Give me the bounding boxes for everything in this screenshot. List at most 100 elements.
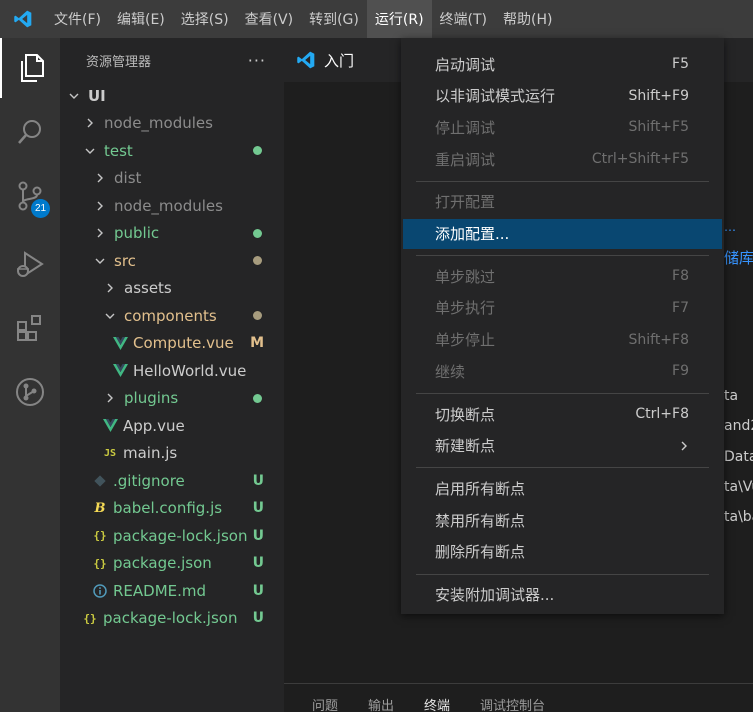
chevron-right-icon[interactable] xyxy=(102,390,118,406)
folder-item[interactable]: public xyxy=(60,220,284,247)
activity-bar: 21 xyxy=(0,38,60,712)
menu-item-label: 以非调试模式运行 xyxy=(435,87,556,106)
file-item[interactable]: README.md U xyxy=(60,577,284,604)
menu-file[interactable]: 文件(F) xyxy=(46,0,109,38)
menu-selection[interactable]: 选择(S) xyxy=(173,0,237,38)
tree-item-label: README.md xyxy=(113,581,207,600)
file-item[interactable]: {} package-lock.json U xyxy=(60,522,284,549)
tree-item-label: Compute.vue xyxy=(133,334,234,352)
explorer-header: 资源管理器 ··· xyxy=(60,38,284,82)
menu-item[interactable]: 禁用所有断点 xyxy=(403,505,722,535)
run-debug-icon[interactable] xyxy=(0,234,60,294)
menu-item: 打开配置 xyxy=(403,187,722,217)
folder-item[interactable]: components xyxy=(60,302,284,329)
menu-help[interactable]: 帮助(H) xyxy=(495,0,560,38)
more-actions-icon[interactable]: ··· xyxy=(248,51,266,70)
folder-item[interactable]: src xyxy=(60,247,284,274)
file-item[interactable]: {} package.json U xyxy=(60,550,284,577)
editor-text-line: ta\ba xyxy=(724,509,753,525)
git-status-dot xyxy=(253,256,262,265)
tab-output[interactable]: 输出 xyxy=(368,683,394,712)
folder-item[interactable]: test xyxy=(60,137,284,164)
menu-item-label: 单步执行 xyxy=(435,299,496,318)
folder-item[interactable]: dist xyxy=(60,165,284,192)
menu-go[interactable]: 转到(G) xyxy=(301,0,367,38)
menu-item-label: 禁用所有断点 xyxy=(435,511,526,530)
tree-item-label: node_modules xyxy=(114,196,223,215)
tree-item-label: node_modules xyxy=(104,114,213,132)
chevron-right-icon[interactable] xyxy=(102,280,118,296)
editor-text-line: ta xyxy=(724,388,739,404)
menu-item[interactable]: 切换断点 Ctrl+F8 xyxy=(403,399,722,429)
folder-item[interactable]: UI xyxy=(60,82,284,109)
git-status-dot xyxy=(253,228,262,238)
folder-item[interactable]: node_modules xyxy=(60,110,284,137)
menu-item: 重启调试 Ctrl+Shift+F5 xyxy=(403,144,722,174)
menu-run[interactable]: 运行(R) xyxy=(366,0,432,38)
chevron-right-icon[interactable] xyxy=(92,225,108,241)
chevron-right-icon[interactable] xyxy=(92,198,108,214)
menu-item-label: 切换断点 xyxy=(435,405,496,424)
menu-item-label: 打开配置 xyxy=(435,193,496,212)
chevron-right-icon[interactable] xyxy=(82,115,98,131)
chevron-right-icon[interactable] xyxy=(92,170,108,186)
menu-item-shortcut: Shift+F5 xyxy=(628,119,689,136)
extensions-icon[interactable] xyxy=(0,298,60,358)
tree-item-label: test xyxy=(104,141,133,160)
file-item[interactable]: {} package-lock.json U xyxy=(60,605,284,632)
folder-item[interactable]: assets xyxy=(60,275,284,302)
search-icon[interactable] xyxy=(0,102,60,162)
menu-terminal[interactable]: 终端(T) xyxy=(432,0,495,38)
menu-item[interactable]: 以非调试模式运行 Shift+F9 xyxy=(403,81,722,111)
tree-item-label: .gitignore xyxy=(113,471,185,490)
chevron-down-icon[interactable] xyxy=(66,88,82,104)
file-item[interactable]: Bbabel.config.js U xyxy=(60,495,284,522)
menu-separator xyxy=(416,467,709,469)
menu-item: 单步执行 F7 xyxy=(403,293,722,323)
menu-edit[interactable]: 编辑(E) xyxy=(109,0,173,38)
menu-item[interactable]: 启动调试 F5 xyxy=(403,49,722,79)
folder-item[interactable]: plugins xyxy=(60,385,284,412)
menu-item-shortcut: F5 xyxy=(672,56,689,72)
chevron-down-icon[interactable] xyxy=(102,308,118,324)
vscode-logo-icon xyxy=(0,0,46,38)
tab-welcome[interactable]: 入门 xyxy=(284,38,404,82)
files-icon[interactable] xyxy=(0,38,60,98)
tree-item-label: package.json xyxy=(113,554,212,572)
menu-separator xyxy=(416,255,709,257)
file-item[interactable]: JS main.js xyxy=(60,440,284,467)
explorer-sidebar: 资源管理器 ··· UI node_modules test dist node_mod… xyxy=(60,38,284,712)
menu-view[interactable]: 查看(V) xyxy=(237,0,302,38)
menu-item[interactable]: 删除所有断点 xyxy=(403,537,722,567)
editor-link[interactable]: 储库, xyxy=(724,247,753,268)
editor-text-line: and2 xyxy=(724,418,753,434)
file-item[interactable]: App.vue xyxy=(60,412,284,439)
menu-item: 单步跳过 F8 xyxy=(403,261,722,291)
tree-item-label: components xyxy=(124,306,217,325)
menu-item[interactable]: 新建断点 xyxy=(403,431,722,461)
tree-item-label: babel.config.js xyxy=(113,499,223,517)
menu-item-shortcut: Shift+F9 xyxy=(628,87,689,104)
menu-item-shortcut: F9 xyxy=(672,363,689,380)
file-item[interactable]: .gitignore U xyxy=(60,467,284,494)
file-item[interactable]: Compute.vue M xyxy=(60,330,284,357)
menu-item[interactable]: 安装附加调试器... xyxy=(403,580,722,610)
git-graph-icon[interactable] xyxy=(0,362,60,422)
file-item[interactable]: HelloWorld.vue xyxy=(60,357,284,384)
tab-problems[interactable]: 问题 xyxy=(312,683,338,712)
git-status-badge: U xyxy=(252,582,264,599)
chevron-down-icon[interactable] xyxy=(92,253,108,269)
tree-item-label: public xyxy=(114,224,160,242)
tab-debug-console[interactable]: 调试控制台 xyxy=(480,683,545,712)
tree-item-label: assets xyxy=(124,279,172,297)
tab-terminal[interactable]: 终端 xyxy=(424,683,450,712)
menubar: 文件(F) 编辑(E) 选择(S) 查看(V) 转到(G) 运行(R) 终端(T… xyxy=(0,0,753,38)
source-control-icon[interactable]: 21 xyxy=(0,166,60,226)
menu-item[interactable]: 添加配置... xyxy=(403,218,722,249)
folder-item[interactable]: node_modules xyxy=(60,192,284,219)
menu-item-label: 安装附加调试器... xyxy=(435,586,555,604)
chevron-down-icon[interactable] xyxy=(82,143,98,159)
menu-item[interactable]: 启用所有断点 xyxy=(403,473,722,503)
menu-item-label: 新建断点 xyxy=(435,437,496,456)
info-file-icon xyxy=(92,583,108,598)
